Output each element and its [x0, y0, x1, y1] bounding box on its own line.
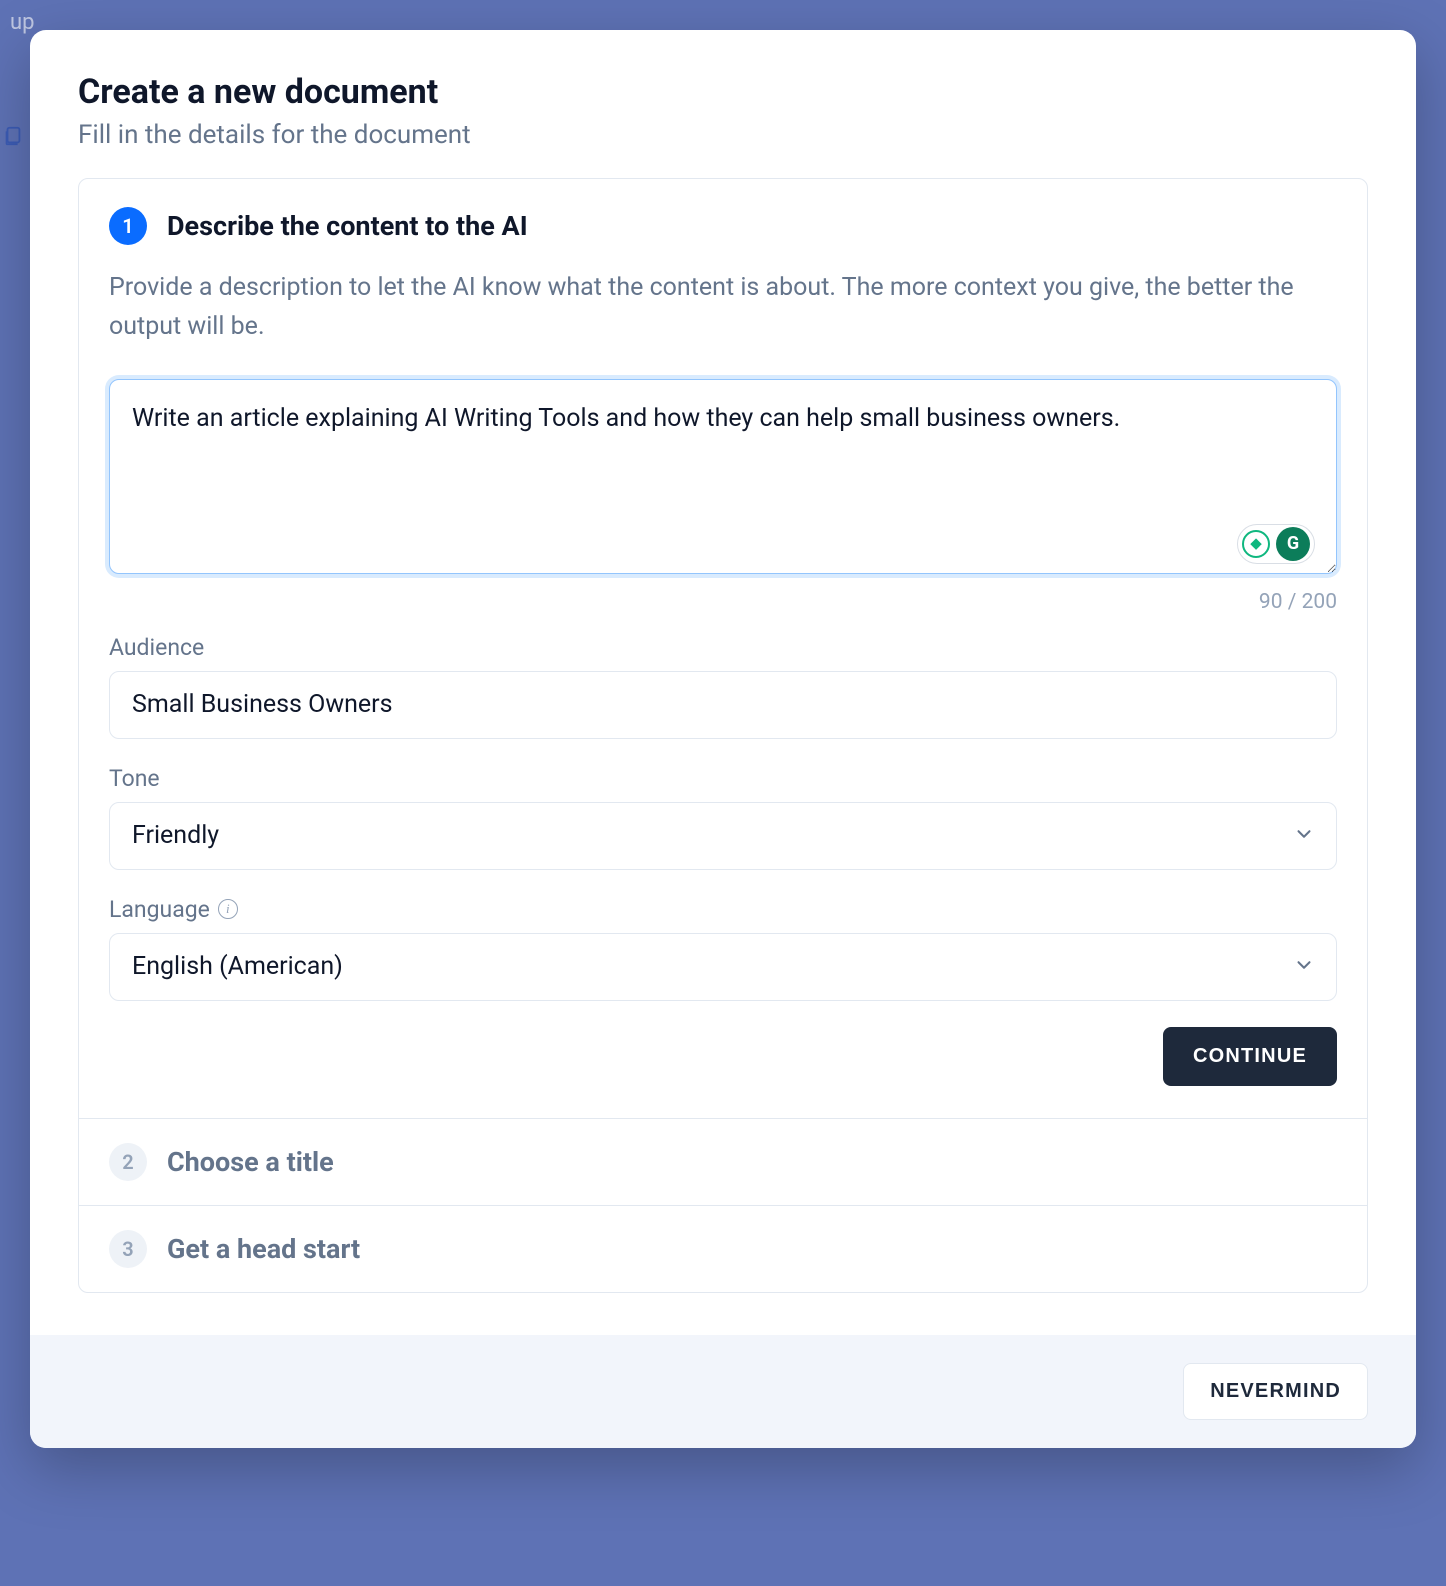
step-1-number-badge: 1	[109, 207, 147, 245]
documents-icon	[2, 125, 24, 151]
steps-container: 1 Describe the content to the AI Provide…	[78, 178, 1368, 1293]
audience-input[interactable]	[109, 671, 1337, 739]
audience-label: Audience	[109, 634, 1337, 661]
step-2-title: Choose a title	[167, 1146, 334, 1178]
language-select[interactable]: English (American)	[109, 933, 1337, 1001]
language-field-group: Language i English (American)	[109, 896, 1337, 1001]
character-counter: 90 / 200	[109, 590, 1337, 614]
tone-field-group: Tone Friendly	[109, 765, 1337, 870]
modal-subtitle: Fill in the details for the document	[78, 120, 1368, 150]
nevermind-button[interactable]: NEVERMIND	[1183, 1363, 1368, 1420]
step-1-description: Provide a description to let the AI know…	[109, 269, 1337, 347]
grammarly-logo-icon: G	[1276, 527, 1310, 561]
audience-field-group: Audience	[109, 634, 1337, 739]
step-3-section[interactable]: 3 Get a head start	[79, 1205, 1367, 1292]
step-1-section: 1 Describe the content to the AI Provide…	[79, 179, 1367, 1118]
grammarly-upgrade-icon: ◆	[1242, 530, 1270, 558]
info-icon[interactable]: i	[218, 899, 238, 919]
description-textarea-wrapper: ◆ G	[109, 379, 1337, 578]
grammarly-badge[interactable]: ◆ G	[1237, 524, 1315, 564]
background-text: up	[10, 10, 34, 35]
language-label: Language i	[109, 896, 1337, 923]
tone-select[interactable]: Friendly	[109, 802, 1337, 870]
step-1-title: Describe the content to the AI	[167, 210, 528, 242]
description-textarea[interactable]	[109, 379, 1337, 574]
continue-row: CONTINUE	[109, 1027, 1337, 1086]
create-document-modal: Create a new document Fill in the detail…	[30, 30, 1416, 1448]
step-1-header: 1 Describe the content to the AI	[109, 207, 1337, 245]
modal-footer: NEVERMIND	[30, 1335, 1416, 1448]
step-3-number-badge: 3	[109, 1230, 147, 1268]
modal-header: Create a new document Fill in the detail…	[30, 30, 1416, 178]
step-2-section[interactable]: 2 Choose a title	[79, 1118, 1367, 1205]
continue-button[interactable]: CONTINUE	[1163, 1027, 1337, 1086]
step-3-title: Get a head start	[167, 1233, 360, 1265]
tone-label: Tone	[109, 765, 1337, 792]
modal-title: Create a new document	[78, 72, 1368, 112]
step-2-number-badge: 2	[109, 1143, 147, 1181]
language-label-text: Language	[109, 896, 210, 923]
